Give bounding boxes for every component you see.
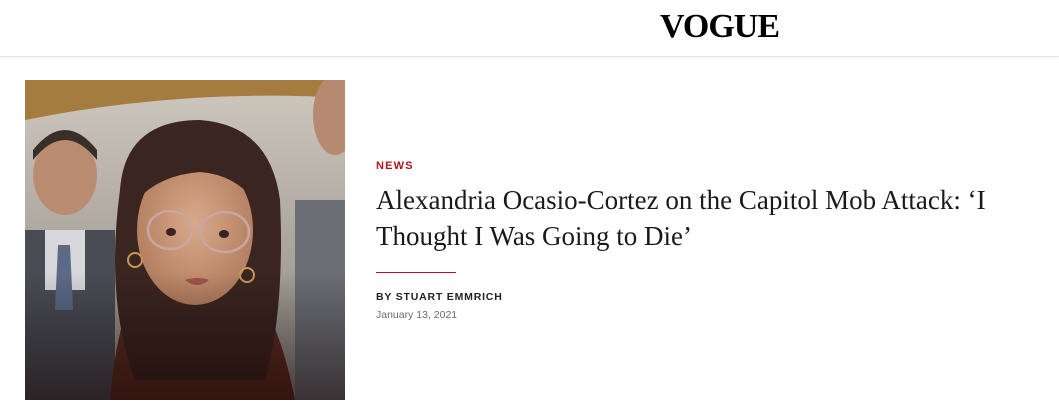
article-date: January 13, 2021 [376,309,458,321]
portrait-photo [25,80,345,400]
vogue-logo[interactable]: VOGUE [660,7,780,47]
article-hero-image[interactable] [25,80,345,400]
site-header: VOGUE [0,0,1059,57]
article-category[interactable]: NEWS [376,150,1046,182]
article-headline[interactable]: Alexandria Ocasio-Cortez on the Capitol … [376,182,1046,254]
article-info: NEWS Alexandria Ocasio-Cortez on the Cap… [376,150,1046,322]
headline-divider [376,272,456,273]
article-byline[interactable]: BY STUART EMMRICH [376,290,1046,304]
